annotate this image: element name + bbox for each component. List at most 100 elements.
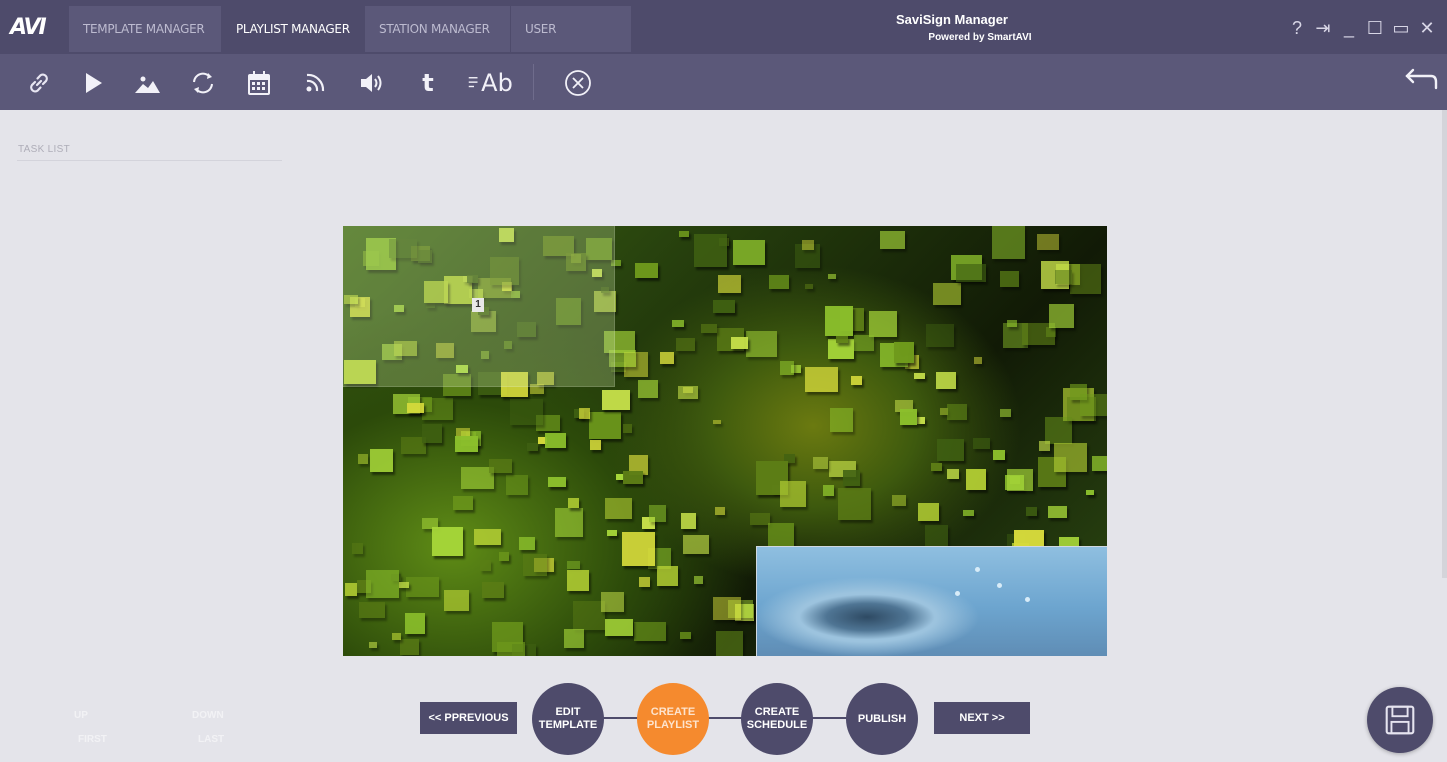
cube-tile — [527, 443, 538, 451]
step-edit-template[interactable]: EDIT TEMPLATE — [532, 683, 604, 755]
cube-tile — [567, 561, 580, 569]
previous-button[interactable]: << PPREVIOUS — [420, 702, 517, 734]
cube-tile — [1049, 304, 1074, 328]
cube-tile — [780, 481, 806, 507]
cube-tile — [937, 439, 964, 461]
cube-tile — [678, 386, 698, 399]
cube-tile — [963, 510, 974, 516]
cube-tile — [676, 338, 695, 351]
up-button[interactable]: UP — [74, 710, 88, 721]
cancel-icon[interactable] — [561, 66, 595, 100]
cube-tile — [407, 403, 424, 413]
step-create-playlist[interactable]: CREATE PLAYLIST — [637, 683, 709, 755]
cube-tile — [657, 566, 678, 586]
cube-tile — [894, 342, 914, 363]
refresh-icon[interactable] — [186, 66, 220, 100]
undo-arrow-icon[interactable] — [1395, 66, 1439, 100]
cube-tile — [733, 240, 765, 265]
water-drop — [997, 583, 1002, 588]
cube-tile — [358, 454, 368, 464]
cube-tile — [694, 234, 727, 267]
cube-tile — [605, 498, 632, 519]
cube-tile — [1000, 271, 1019, 287]
cube-tile — [1007, 469, 1033, 491]
last-button[interactable]: LAST — [198, 734, 224, 745]
cube-tile — [400, 639, 419, 655]
toolbar: t Ab — [0, 54, 1447, 110]
minimize-icon[interactable]: _ — [1339, 18, 1359, 38]
calendar-icon[interactable] — [242, 66, 276, 100]
tab-template-manager[interactable]: TEMPLATE MANAGER — [69, 6, 221, 52]
text-icon[interactable]: Ab — [462, 66, 518, 100]
cube-tile — [805, 284, 813, 289]
cube-tile — [947, 404, 967, 420]
save-button[interactable] — [1367, 687, 1433, 753]
window-controls: ? ⇥ _ ☐ ▭ ✕ — [1287, 18, 1437, 38]
play-icon[interactable] — [76, 66, 110, 100]
zone-1[interactable]: 1 — [343, 226, 615, 387]
step-publish[interactable]: PUBLISH — [846, 683, 918, 755]
restore-icon[interactable]: ▭ — [1391, 18, 1411, 38]
close-icon[interactable]: ✕ — [1417, 18, 1437, 38]
cube-tile — [359, 602, 385, 618]
cube-tile — [701, 324, 717, 333]
cube-tile — [917, 417, 925, 424]
first-button[interactable]: FIRST — [78, 734, 107, 745]
next-button[interactable]: NEXT >> — [934, 702, 1030, 734]
down-button[interactable]: DOWN — [192, 710, 224, 721]
cube-tile — [931, 463, 942, 471]
cube-tile — [680, 632, 691, 639]
image-icon[interactable] — [130, 66, 164, 100]
cube-tile — [623, 471, 643, 484]
cube-tile — [1054, 443, 1087, 472]
scrollbar[interactable] — [1442, 110, 1447, 578]
cube-tile — [453, 496, 473, 510]
cube-tile — [966, 469, 986, 490]
cube-tile — [1045, 417, 1072, 444]
zone-water-image[interactable] — [756, 546, 1107, 656]
cube-tile — [639, 577, 650, 587]
top-bar: AVI TEMPLATE MANAGER PLAYLIST MANAGER ST… — [0, 0, 1447, 82]
tumblr-icon[interactable]: t — [411, 66, 445, 100]
cube-tile — [683, 535, 709, 554]
cube-tile — [805, 367, 838, 392]
cube-tile — [1026, 507, 1037, 516]
cube-tile — [545, 433, 566, 448]
cube-tile — [589, 412, 621, 439]
cube-tile — [681, 513, 696, 529]
cube-tile — [731, 337, 748, 349]
cube-tile — [974, 357, 982, 364]
maximize-icon[interactable]: ☐ — [1365, 18, 1385, 38]
cube-tile — [1037, 234, 1059, 250]
cube-tile — [869, 311, 897, 337]
cube-tile — [914, 373, 925, 379]
tab-user-manager[interactable]: USER MANAGER — [511, 6, 631, 82]
help-icon[interactable]: ? — [1287, 18, 1307, 38]
logout-icon[interactable]: ⇥ — [1313, 18, 1333, 38]
cube-tile — [370, 449, 393, 472]
task-list-title: TASK LIST — [18, 144, 70, 155]
cube-tile — [1092, 456, 1107, 471]
cube-tile — [933, 283, 961, 305]
app-subtitle: Powered by SmartAVI — [928, 32, 1032, 43]
cube-tile — [1007, 320, 1017, 327]
cube-tile — [568, 498, 579, 508]
cube-tile — [506, 475, 528, 495]
cube-tile — [992, 226, 1025, 259]
link-icon[interactable] — [22, 66, 56, 100]
rss-icon[interactable] — [298, 66, 332, 100]
cube-tile — [715, 507, 725, 515]
cube-tile — [366, 570, 399, 598]
cube-tile — [993, 450, 1005, 460]
cube-tile — [823, 485, 834, 496]
cube-tile — [564, 629, 584, 648]
template-preview[interactable]: 1 — [343, 226, 1107, 656]
wizard-connector — [568, 717, 880, 719]
tab-playlist-manager[interactable]: PLAYLIST MANAGER — [222, 6, 364, 52]
volume-icon[interactable] — [355, 66, 389, 100]
cube-tile — [432, 527, 463, 556]
avi-logo: AVI — [10, 15, 47, 40]
step-create-schedule[interactable]: CREATE SCHEDULE — [741, 683, 813, 755]
cube-tile — [1048, 506, 1067, 518]
tab-station-manager[interactable]: STATION MANAGER — [365, 6, 510, 52]
